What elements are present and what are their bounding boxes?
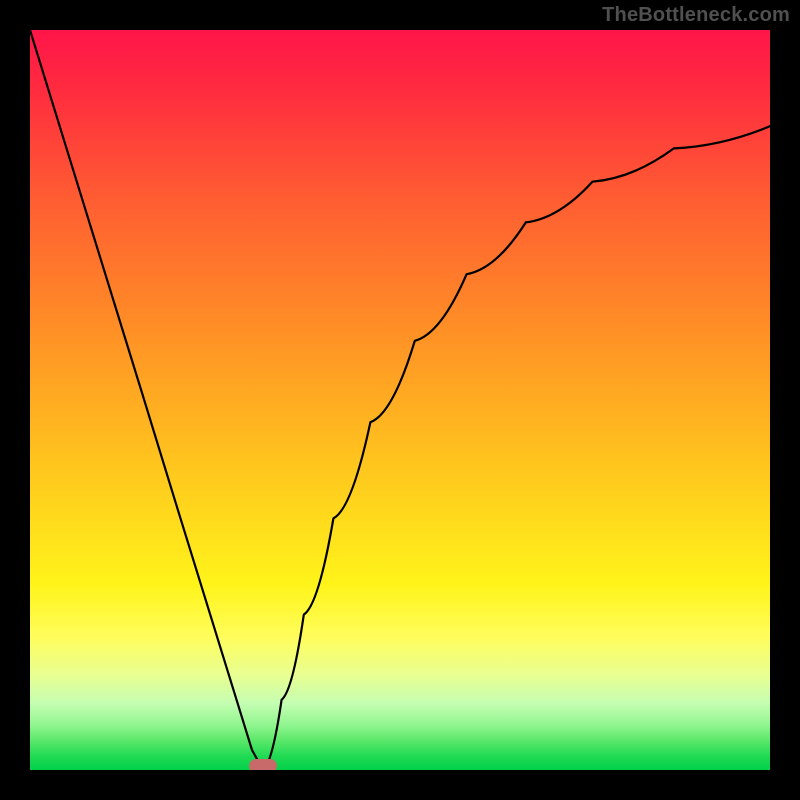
watermark-text: TheBottleneck.com xyxy=(602,4,790,27)
plot-area xyxy=(30,30,770,770)
heat-gradient xyxy=(30,30,770,770)
minimum-marker xyxy=(249,759,277,770)
chart-frame: TheBottleneck.com xyxy=(0,0,800,800)
